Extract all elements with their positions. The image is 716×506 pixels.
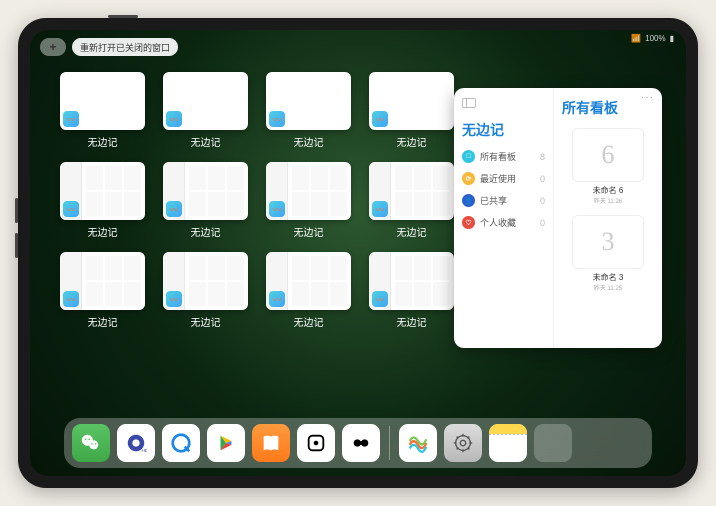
window-label: 无边记 [294, 134, 324, 149]
wifi-icon: 📶 [631, 34, 641, 43]
freeform-app-icon: 〰 [63, 201, 79, 217]
category-icon: □ [462, 150, 475, 163]
window-label: 无边记 [88, 224, 118, 239]
window-thumbnail[interactable]: 〰无边记 [266, 252, 351, 336]
freeform-app-icon: 〰 [269, 291, 285, 307]
freeform-app-icon: 〰 [372, 111, 388, 127]
sidebar-item-label: 已共享 [480, 194, 507, 207]
window-thumbnail[interactable]: 〰无边记 [369, 72, 454, 156]
board-item[interactable]: 3 未命名 3昨天 11:25 [562, 215, 654, 292]
window-thumbnail[interactable]: 〰无边记 [266, 72, 351, 156]
sidebar-title: 无边记 [462, 120, 545, 140]
battery-icon: ▮ [670, 34, 674, 43]
svg-text:HD: HD [142, 448, 148, 453]
dock-app-settings[interactable] [444, 424, 482, 462]
board-timestamp: 昨天 11:25 [594, 283, 622, 292]
sidebar-item[interactable]: ♡ 个人收藏 0 [462, 216, 545, 229]
window-label: 无边记 [191, 224, 221, 239]
dock-app-qhd[interactable]: HD [117, 424, 155, 462]
sidebar: 无边记 □ 所有看板 8 ⟳ 最近使用 0 👤 已共享 0 ♡ 个人收藏 0 [454, 88, 554, 348]
top-controls: + 重新打开已关闭的窗口 [40, 38, 178, 56]
dock-app-notes[interactable] [489, 424, 527, 462]
freeform-app-icon: 〰 [372, 291, 388, 307]
sidebar-item-label: 个人收藏 [480, 216, 516, 229]
sidebar-item-count: 8 [540, 152, 545, 162]
dock-app-dice[interactable] [297, 424, 335, 462]
boards-panel: 所有看板 6未命名 6昨天 11:263未命名 3昨天 11:25 [554, 88, 662, 348]
windows-grid: 〰无边记〰无边记〰无边记〰无边记〰无边记〰无边记〰无边记〰无边记〰无边记〰无边记… [60, 72, 454, 336]
board-item[interactable]: 6 未命名 6昨天 11:26 [562, 128, 654, 205]
dock: HD [64, 418, 652, 468]
freeform-app-icon: 〰 [166, 291, 182, 307]
category-icon: 👤 [462, 194, 475, 207]
window-thumbnail[interactable]: 〰无边记 [60, 252, 145, 336]
dock-app-play[interactable] [207, 424, 245, 462]
sidebar-item-count: 0 [540, 174, 545, 184]
dock-app-wechat[interactable] [72, 424, 110, 462]
dock-app-qbrowser[interactable] [162, 424, 200, 462]
status-bar: 📶 100% ▮ [631, 34, 674, 43]
power-button [108, 15, 138, 18]
sidebar-item-count: 0 [540, 218, 545, 228]
dock-separator [389, 426, 390, 460]
freeform-app-icon: 〰 [166, 201, 182, 217]
category-icon: ♡ [462, 216, 475, 229]
window-thumbnail[interactable]: 〰无边记 [369, 252, 454, 336]
board-label: 未命名 6 [593, 185, 624, 196]
dock-app-books[interactable] [252, 424, 290, 462]
window-label: 无边记 [294, 314, 324, 329]
board-label: 未命名 3 [593, 272, 624, 283]
sidebar-item-label: 最近使用 [480, 172, 516, 185]
window-thumbnail[interactable]: 〰无边记 [369, 162, 454, 246]
window-label: 无边记 [294, 224, 324, 239]
sidebar-item-label: 所有看板 [480, 150, 516, 163]
freeform-app-icon: 〰 [63, 291, 79, 307]
sidebar-item-count: 0 [540, 196, 545, 206]
volume-down-button [15, 233, 18, 258]
window-thumbnail[interactable]: 〰无边记 [163, 252, 248, 336]
window-label: 无边记 [397, 314, 427, 329]
category-icon: ⟳ [462, 172, 475, 185]
new-window-button[interactable]: + [40, 38, 66, 56]
more-icon[interactable]: ··· [641, 92, 654, 103]
screen: 📶 100% ▮ + 重新打开已关闭的窗口 〰无边记〰无边记〰无边记〰无边记〰无… [30, 30, 686, 476]
expanded-window[interactable]: ··· 无边记 □ 所有看板 8 ⟳ 最近使用 0 👤 已共享 0 ♡ 个人收藏 0 所有看板 6 未命… [454, 88, 662, 348]
window-thumbnail[interactable]: 〰无边记 [60, 162, 145, 246]
window-thumbnail[interactable]: 〰无边记 [163, 72, 248, 156]
window-label: 无边记 [191, 314, 221, 329]
freeform-app-icon: 〰 [372, 201, 388, 217]
window-label: 无边记 [397, 134, 427, 149]
window-label: 无边记 [191, 134, 221, 149]
window-thumbnail[interactable]: 〰无边记 [60, 72, 145, 156]
board-thumbnail: 6 [572, 128, 644, 182]
board-timestamp: 昨天 11:26 [594, 196, 622, 205]
freeform-app-icon: 〰 [166, 111, 182, 127]
window-label: 无边记 [88, 134, 118, 149]
sidebar-item[interactable]: 👤 已共享 0 [462, 194, 545, 207]
dock-app-freeform[interactable] [399, 424, 437, 462]
window-thumbnail[interactable]: 〰无边记 [163, 162, 248, 246]
sidebar-item[interactable]: ⟳ 最近使用 0 [462, 172, 545, 185]
reopen-closed-window-button[interactable]: 重新打开已关闭的窗口 [72, 38, 178, 56]
sidebar-item[interactable]: □ 所有看板 8 [462, 150, 545, 163]
battery-percentage: 100% [645, 34, 665, 43]
freeform-app-icon: 〰 [63, 111, 79, 127]
board-thumbnail: 3 [572, 215, 644, 269]
window-thumbnail[interactable]: 〰无边记 [266, 162, 351, 246]
dock-app-oo[interactable] [342, 424, 380, 462]
dock-app-folder[interactable] [534, 424, 572, 462]
window-label: 无边记 [397, 224, 427, 239]
freeform-app-icon: 〰 [269, 111, 285, 127]
volume-up-button [15, 198, 18, 223]
sidebar-toggle-icon[interactable] [462, 98, 476, 108]
window-label: 无边记 [88, 314, 118, 329]
ipad-device: 📶 100% ▮ + 重新打开已关闭的窗口 〰无边记〰无边记〰无边记〰无边记〰无… [18, 18, 698, 488]
freeform-app-icon: 〰 [269, 201, 285, 217]
